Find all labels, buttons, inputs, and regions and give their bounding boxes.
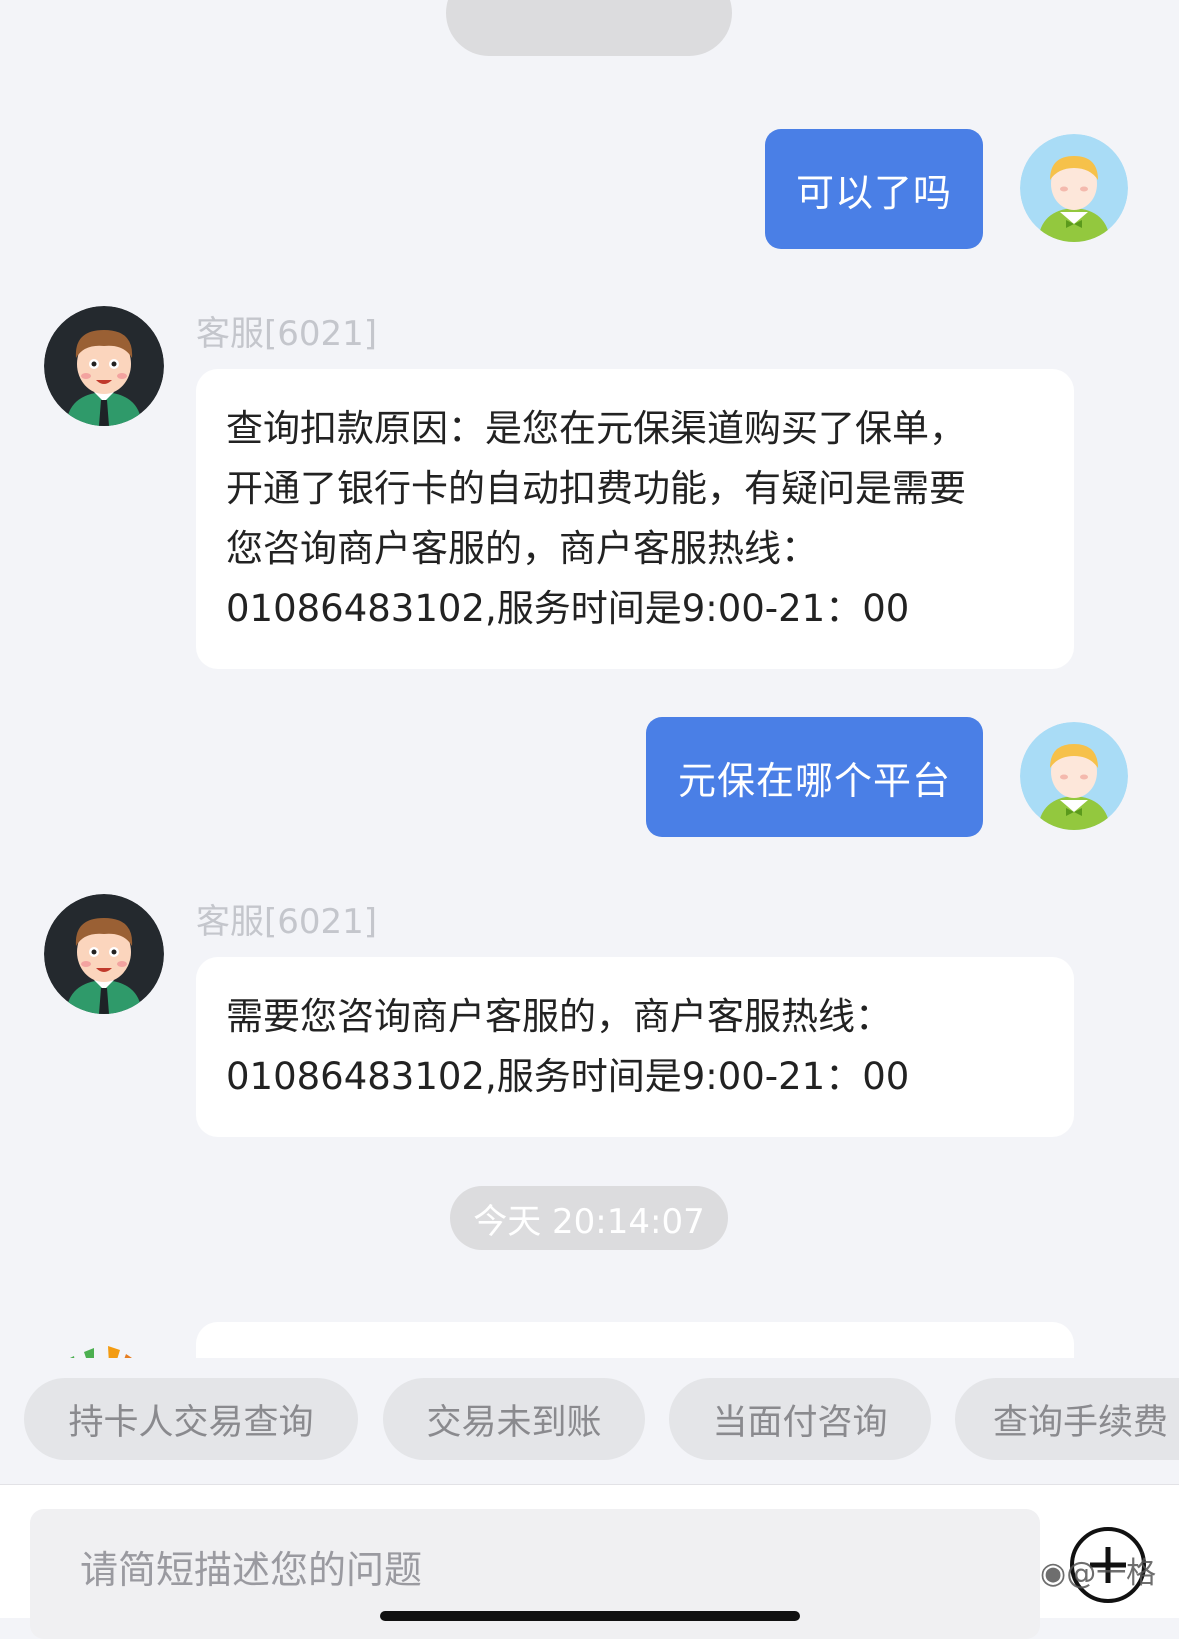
message-line: 查询扣款原因：是您在元保渠道购买了保单， (226, 407, 966, 450)
quick-reply-chip[interactable]: 持卡人交易查询 (24, 1378, 358, 1460)
message-line: 您咨询商户客服的，商户客服热线： (226, 527, 818, 570)
message-line: 01086483102,服务时间是9:00-21：00 (226, 1055, 910, 1098)
timestamp-pill-top (446, 0, 732, 56)
timestamp-pill: 今天 20:14:07 (450, 1186, 728, 1250)
quick-reply-label: 持卡人交易查询 (68, 1402, 314, 1443)
quick-reply-label: 查询手续费 (993, 1402, 1169, 1443)
agent-logo-icon (44, 1322, 164, 1358)
quick-reply-chip[interactable]: 查询手续费 (955, 1378, 1179, 1460)
home-indicator (380, 1611, 800, 1621)
chat-area[interactable]: 可以了吗 客服[6021] 查询扣款原因：是您在元保渠道购买了保单， 开通了银行… (0, 0, 1179, 1358)
user-avatar-icon[interactable] (1020, 722, 1128, 830)
input-placeholder: 请简短描述您的问题 (80, 1548, 423, 1592)
quick-reply-chip[interactable]: 当面付咨询 (669, 1378, 931, 1460)
input-area: 请简短描述您的问题 (0, 1485, 1179, 1639)
user-message-text: 元保在哪个平台 (677, 758, 951, 803)
quick-reply-chip[interactable]: 交易未到账 (383, 1378, 645, 1460)
weibo-icon: ◉ (1040, 1556, 1067, 1591)
user-message-bubble[interactable]: 可以了吗 (765, 129, 983, 249)
agent-avatar-icon[interactable] (44, 894, 164, 1014)
agent-message-bubble[interactable]: 查询扣款原因：是您在元保渠道购买了保单， 开通了银行卡的自动扣费功能，有疑问是需… (196, 369, 1074, 669)
sender-name: 客服[6021] (196, 314, 378, 354)
sender-name: 客服[6021] (196, 902, 378, 942)
timestamp-text: 今天 20:14:07 (473, 1201, 705, 1242)
message-line: 需要您咨询商户客服的，商户客服热线： (226, 995, 892, 1038)
quick-reply-label: 交易未到账 (426, 1402, 602, 1443)
agent-message-bubble[interactable]: 需要您咨询商户客服的，商户客服热线： 01086483102,服务时间是9:00… (196, 957, 1074, 1137)
quick-reply-bar[interactable]: 持卡人交易查询 交易未到账 当面付咨询 查询手续费 (0, 1358, 1179, 1488)
agent-message-bubble-partial[interactable] (196, 1322, 1074, 1358)
message-line: 开通了银行卡的自动扣费功能，有疑问是需要 (226, 467, 966, 510)
message-line: 01086483102,服务时间是9:00-21：00 (226, 587, 910, 630)
user-message-text: 可以了吗 (795, 170, 952, 215)
watermark-text: @一格 (1066, 1556, 1157, 1591)
agent-avatar-icon[interactable] (44, 306, 164, 426)
quick-reply-label: 当面付咨询 (712, 1402, 888, 1443)
user-message-bubble[interactable]: 元保在哪个平台 (646, 717, 983, 837)
watermark: ◉@一格 (1040, 1548, 1156, 1592)
user-avatar-icon[interactable] (1020, 134, 1128, 242)
